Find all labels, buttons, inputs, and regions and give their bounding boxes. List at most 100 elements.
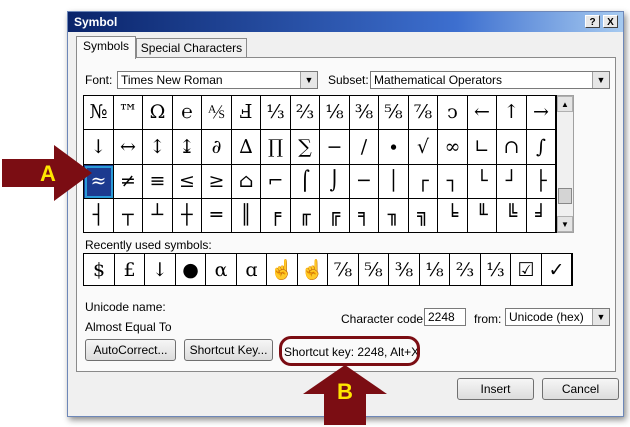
symbol-cell[interactable]: ∩ [497, 130, 527, 165]
chevron-down-icon: ▼ [592, 309, 609, 325]
symbol-cell[interactable]: ⅍ [202, 96, 232, 130]
recent-symbol-cell[interactable]: ↓ [145, 254, 176, 285]
recent-symbol-cell[interactable]: α [206, 254, 237, 285]
symbol-cell[interactable]: ┤ [84, 199, 114, 232]
character-code-input[interactable]: 2248 [424, 308, 466, 326]
recent-symbol-cell[interactable]: ɑ [237, 254, 267, 285]
symbol-cell[interactable]: ∙ [379, 130, 409, 165]
symbol-cell[interactable]: ← [468, 96, 497, 130]
close-button[interactable]: X [603, 15, 618, 28]
symbol-cell[interactable]: ∞ [438, 130, 468, 165]
symbol-cell[interactable]: ⅔ [291, 96, 320, 130]
symbol-cell[interactable]: Ω [143, 96, 173, 130]
symbol-cell[interactable]: ≥ [202, 165, 232, 199]
symbol-cell[interactable]: ┐ [438, 165, 468, 199]
symbol-cell[interactable]: ∕ [350, 130, 379, 165]
symbol-cell[interactable]: ⅛ [320, 96, 350, 130]
recent-symbol-cell[interactable]: ☑ [511, 254, 542, 285]
subset-dropdown[interactable]: Mathematical Operators ▼ [370, 71, 610, 89]
recent-symbol-cell[interactable]: ⅛ [420, 254, 450, 285]
recent-symbol-cell[interactable]: ⅜ [389, 254, 420, 285]
recent-symbol-cell[interactable]: $ [84, 254, 115, 285]
symbol-cell[interactable]: ╖ [379, 199, 409, 232]
symbol-cell[interactable]: ∟ [468, 130, 497, 165]
font-dropdown[interactable]: Times New Roman ▼ [117, 71, 318, 89]
symbol-cell[interactable]: ╛ [527, 199, 556, 232]
symbol-cell[interactable]: ⅓ [261, 96, 291, 130]
recent-symbol-cell[interactable]: ⅓ [481, 254, 511, 285]
symbol-cell[interactable]: → [527, 96, 556, 130]
symbol-cell[interactable]: ║ [232, 199, 261, 232]
insert-button[interactable]: Insert [457, 378, 534, 400]
symbol-cell[interactable]: ↕ [143, 130, 173, 165]
symbol-cell[interactable]: ┼ [173, 199, 202, 232]
recent-symbol-cell[interactable]: ☝ [298, 254, 328, 285]
symbol-cell[interactable]: ─ [350, 165, 379, 199]
symbol-cell[interactable]: ╗ [409, 199, 438, 232]
symbol-cell[interactable]: √ [409, 130, 438, 165]
symbol-cell[interactable]: ├ [527, 165, 556, 199]
symbol-cell[interactable]: № [84, 96, 114, 130]
subset-label: Subset: [328, 73, 369, 87]
unicode-name-label: Unicode name: [85, 300, 166, 314]
recent-symbol-cell[interactable]: ● [176, 254, 206, 285]
symbol-cell[interactable]: └ [468, 165, 497, 199]
symbol-cell[interactable]: ℮ [173, 96, 202, 130]
shortcut-key-button[interactable]: Shortcut Key... [184, 339, 273, 361]
tab-symbols[interactable]: Symbols [76, 36, 136, 59]
symbol-cell[interactable]: ┬ [114, 199, 143, 232]
scroll-thumb[interactable] [558, 188, 572, 204]
from-dropdown[interactable]: Unicode (hex) ▼ [505, 308, 610, 326]
symbol-cell[interactable]: ∫ [527, 130, 556, 165]
symbol-cell[interactable]: ↨ [173, 130, 202, 165]
symbol-cell[interactable]: ┴ [143, 199, 173, 232]
symbol-cell[interactable]: │ [379, 165, 409, 199]
symbol-cell[interactable]: ╙ [468, 199, 497, 232]
symbol-cell[interactable]: ⌠ [291, 165, 320, 199]
recent-symbol-cell[interactable]: ☝ [267, 254, 298, 285]
cancel-button[interactable]: Cancel [542, 378, 619, 400]
symbol-cell[interactable]: Ⅎ [232, 96, 261, 130]
symbol-cell[interactable]: ∏ [261, 130, 291, 165]
symbol-cell[interactable]: ↄ [438, 96, 468, 130]
recent-symbol-cell[interactable]: ✓ [542, 254, 572, 285]
symbol-cell[interactable]: ↔ [114, 130, 143, 165]
symbol-cell[interactable]: ┘ [497, 165, 527, 199]
symbol-cell[interactable]: ⅝ [379, 96, 409, 130]
symbol-cell[interactable]: ┌ [409, 165, 438, 199]
symbol-cell[interactable]: ⅞ [409, 96, 438, 130]
symbol-cell[interactable]: ╔ [320, 199, 350, 232]
symbol-cell[interactable]: ≠ [114, 165, 143, 199]
symbol-cell[interactable]: ╒ [261, 199, 291, 232]
symbol-cell[interactable]: − [320, 130, 350, 165]
scroll-down-icon[interactable]: ▼ [557, 216, 573, 232]
autocorrect-button[interactable]: AutoCorrect... [85, 339, 176, 361]
symbol-cell[interactable]: ╚ [497, 199, 527, 232]
symbol-cell[interactable]: ∑ [291, 130, 320, 165]
recent-symbol-cell[interactable]: ⅔ [450, 254, 481, 285]
symbol-cell[interactable]: ╓ [291, 199, 320, 232]
symbol-cell[interactable]: ╘ [438, 199, 468, 232]
symbol-cell[interactable]: ∂ [202, 130, 232, 165]
symbol-cell[interactable]: ™ [114, 96, 143, 130]
symbol-grid-scrollbar[interactable]: ▲ ▼ [557, 95, 574, 233]
symbol-cell[interactable]: ≡ [143, 165, 173, 199]
scroll-up-icon[interactable]: ▲ [557, 96, 573, 112]
recent-symbol-cell[interactable]: ⅝ [359, 254, 389, 285]
symbol-cell[interactable]: ═ [202, 199, 232, 232]
help-button[interactable]: ? [585, 15, 600, 28]
symbol-cell[interactable]: ⅜ [350, 96, 379, 130]
symbol-cell[interactable]: ⌡ [320, 165, 350, 199]
symbol-cell[interactable]: ╕ [350, 199, 379, 232]
symbol-cell[interactable]: ⌐ [261, 165, 291, 199]
symbol-cell[interactable]: ≤ [173, 165, 202, 199]
recent-symbol-cell[interactable]: ⅞ [328, 254, 359, 285]
chevron-down-icon: ▼ [300, 72, 317, 88]
tab-symbols-label: Symbols [82, 39, 129, 53]
symbol-cell[interactable]: ⌂ [232, 165, 261, 199]
recent-symbol-cell[interactable]: £ [115, 254, 145, 285]
tab-special-characters[interactable]: Special Characters [136, 38, 247, 59]
symbol-cell[interactable]: ↑ [497, 96, 527, 130]
symbol-cell[interactable]: ∆ [232, 130, 261, 165]
font-label: Font: [85, 73, 113, 87]
